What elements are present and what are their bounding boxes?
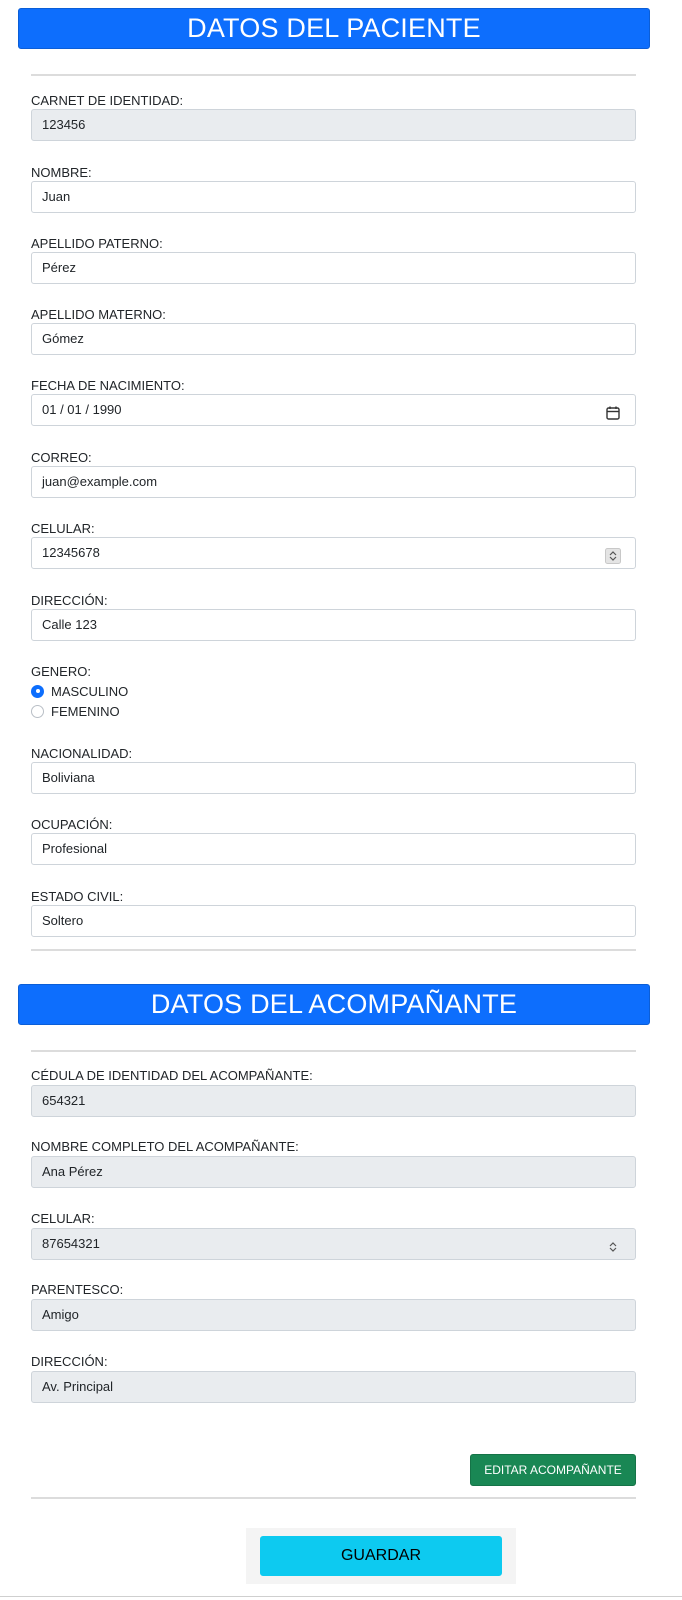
ocupacion-label: OCUPACIÓN:	[31, 817, 113, 832]
apellido-paterno-label: APELLIDO PATERNO:	[31, 236, 163, 251]
radio-femenino[interactable]: FEMENINO	[31, 702, 120, 720]
apellido-materno-input[interactable]: Gómez	[31, 323, 636, 355]
apellido-paterno-input[interactable]: Pérez	[31, 252, 636, 284]
companion-nombre-field: Ana Pérez	[31, 1156, 636, 1188]
companion-direccion-label: DIRECCIÓN:	[31, 1354, 108, 1369]
companion-ci-field: 654321	[31, 1085, 636, 1117]
footer-divider	[0, 1596, 682, 1597]
nombre-input[interactable]: Juan	[31, 181, 636, 213]
estado-civil-label: ESTADO CIVIL:	[31, 889, 124, 904]
estado-civil-input[interactable]: Soltero	[31, 905, 636, 937]
parentesco-label: PARENTESCO:	[31, 1282, 124, 1297]
parentesco-field: Amigo	[31, 1299, 636, 1331]
companion-section-header: DATOS DEL ACOMPAÑANTE	[18, 984, 650, 1025]
direccion-label: DIRECCIÓN:	[31, 593, 108, 608]
companion-nombre-label: NOMBRE COMPLETO DEL ACOMPAÑANTE:	[31, 1139, 299, 1154]
save-container: GUARDAR	[246, 1528, 516, 1584]
celular-label: CELULAR:	[31, 521, 95, 536]
celular-value: 12345678	[42, 545, 100, 560]
ci-label: CARNET DE IDENTIDAD:	[31, 93, 184, 108]
spinner-icon[interactable]	[605, 545, 621, 564]
companion-celular-label: CELULAR:	[31, 1211, 95, 1226]
nombre-label: NOMBRE:	[31, 165, 92, 180]
radio-masculino-label: MASCULINO	[51, 683, 129, 699]
genero-label: GENERO:	[31, 664, 91, 679]
direccion-input[interactable]: Calle 123	[31, 609, 636, 641]
apellido-materno-label: APELLIDO MATERNO:	[31, 307, 166, 322]
spinner-icon	[605, 1236, 621, 1252]
nacionalidad-label: NACIONALIDAD:	[31, 746, 133, 761]
ci-field: 123456	[31, 109, 636, 141]
divider	[31, 1050, 636, 1052]
celular-input[interactable]: 12345678	[31, 537, 636, 569]
nacionalidad-input[interactable]: Boliviana	[31, 762, 636, 794]
radio-checked-icon[interactable]	[31, 684, 44, 698]
companion-celular-value: 87654321	[42, 1236, 100, 1251]
fecha-nacimiento-input[interactable]: 01 / 01 / 1990	[31, 394, 636, 426]
fecha-nacimiento-label: FECHA DE NACIMIENTO:	[31, 378, 185, 393]
divider	[31, 949, 636, 951]
fecha-nacimiento-value: 01 / 01 / 1990	[42, 402, 122, 417]
radio-unchecked-icon[interactable]	[31, 704, 44, 718]
calendar-icon[interactable]	[605, 402, 621, 420]
companion-direccion-field: Av. Principal	[31, 1371, 636, 1403]
companion-ci-label: CÉDULA DE IDENTIDAD DEL ACOMPAÑANTE:	[31, 1068, 313, 1083]
patient-section-header: DATOS DEL PACIENTE	[18, 8, 650, 49]
correo-label: CORREO:	[31, 450, 92, 465]
companion-celular-field: 87654321	[31, 1228, 636, 1260]
edit-companion-button[interactable]: EDITAR ACOMPAÑANTE	[470, 1454, 636, 1486]
radio-masculino[interactable]: MASCULINO	[31, 682, 128, 700]
radio-femenino-label: FEMENINO	[51, 703, 120, 719]
save-button[interactable]: GUARDAR	[260, 1536, 502, 1576]
divider	[31, 74, 636, 76]
ocupacion-input[interactable]: Profesional	[31, 833, 636, 865]
correo-input[interactable]: juan@example.com	[31, 466, 636, 498]
divider	[31, 1497, 636, 1499]
